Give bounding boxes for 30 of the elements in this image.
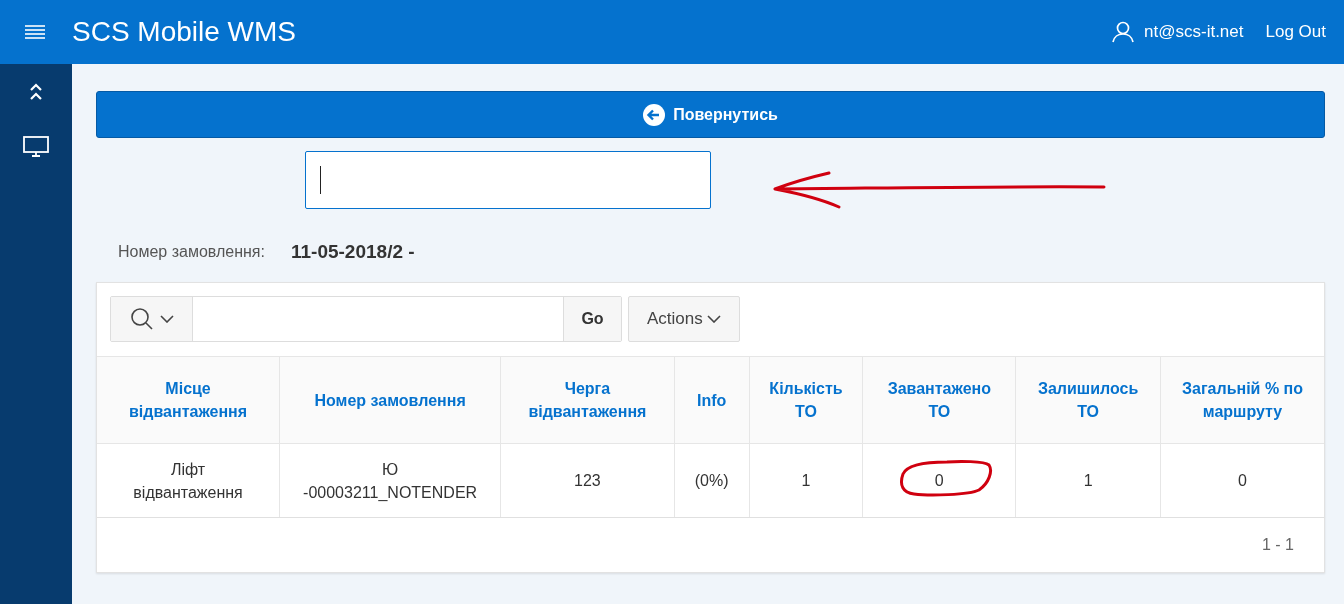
table-cell-text: 1 bbox=[1083, 471, 1093, 491]
table-cell-text: Ліфт відвантаження bbox=[132, 459, 244, 503]
search-column-button[interactable] bbox=[111, 297, 193, 341]
order-number-label: Номер замовлення: bbox=[118, 243, 265, 261]
logout-link[interactable]: Log Out bbox=[1265, 22, 1326, 42]
column-header[interactable]: Info bbox=[697, 388, 727, 412]
text-cursor bbox=[320, 166, 321, 194]
table-cell-text: 123 bbox=[574, 471, 601, 491]
table-cell-text: (0%) bbox=[694, 471, 729, 491]
search-icon bbox=[129, 307, 154, 331]
search-field[interactable]: Go bbox=[110, 296, 622, 342]
monitor-icon[interactable] bbox=[21, 134, 51, 160]
table-cell-text: Ю -00003211_NOTENDER bbox=[302, 459, 479, 503]
go-button[interactable]: Go bbox=[563, 297, 621, 341]
arrow-left-icon bbox=[643, 103, 666, 126]
column-header[interactable]: Номер замовлення bbox=[314, 388, 466, 412]
menu-icon[interactable] bbox=[24, 24, 46, 40]
order-number-value: 11-05-2018/2 - bbox=[291, 241, 415, 263]
actions-button[interactable]: Actions bbox=[628, 296, 740, 342]
chevron-down-icon bbox=[159, 315, 174, 323]
table-cell-text: 0 bbox=[1238, 471, 1247, 491]
user-menu[interactable]: nt@scs-it.net bbox=[1112, 21, 1244, 43]
chevron-down-icon bbox=[706, 315, 721, 323]
pagination-text: 1 - 1 bbox=[1262, 536, 1294, 554]
app-title[interactable]: SCS Mobile WMS bbox=[72, 16, 1091, 48]
input-field[interactable] bbox=[305, 151, 711, 209]
back-button[interactable]: Повернутись bbox=[96, 91, 1325, 138]
table-cell-text: 1 bbox=[801, 471, 811, 491]
user-icon bbox=[1112, 21, 1135, 43]
table-cell-text: 0 bbox=[934, 471, 944, 491]
